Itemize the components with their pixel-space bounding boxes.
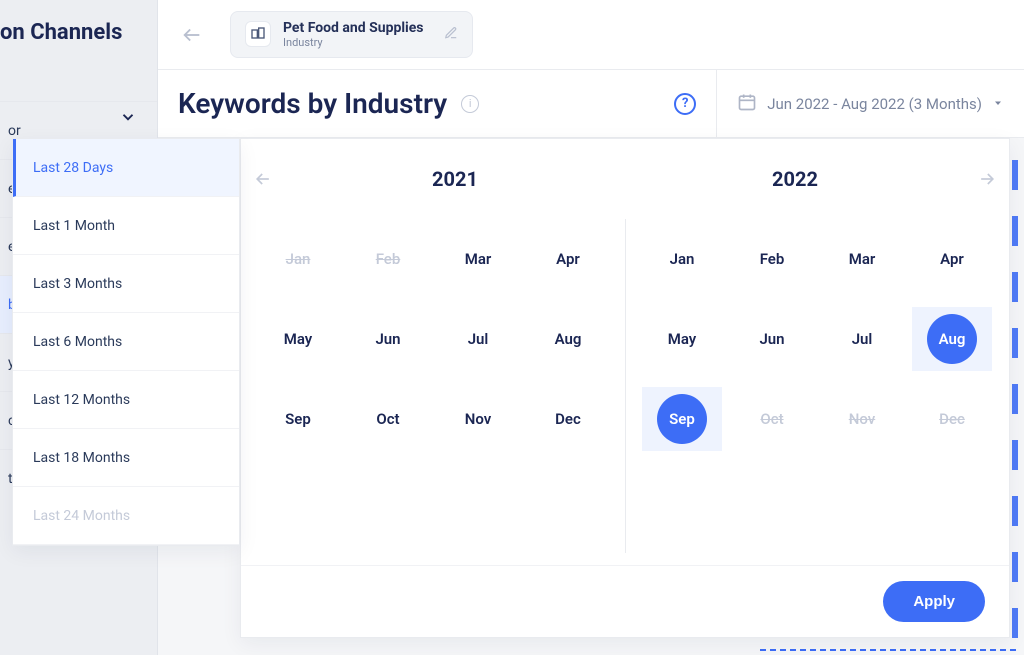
preset-item[interactable]: Last 28 Days [13, 139, 239, 197]
month-cell: Jan [258, 227, 338, 291]
preset-item[interactable]: Last 1 Month [13, 197, 239, 255]
year-block-right: JanFebMarApr MayJunJulAug SepOctNovDec [625, 219, 1009, 565]
decorative-dash [760, 649, 1016, 651]
chevron-down-icon[interactable] [119, 108, 137, 130]
month-cell: Dec [912, 387, 992, 451]
help-icon[interactable]: ? [674, 93, 696, 115]
decorative-strip [1012, 160, 1018, 655]
date-range-label: Jun 2022 - Aug 2022 (3 Months) [767, 95, 982, 113]
month-cell[interactable]: Oct [348, 387, 428, 451]
preset-item: Last 24 Months [13, 487, 239, 545]
preset-item[interactable]: Last 12 Months [13, 371, 239, 429]
month-cell[interactable]: May [642, 307, 722, 371]
month-cell[interactable]: Dec [528, 387, 608, 451]
top-bar: Pet Food and Supplies Industry [158, 0, 1024, 70]
edit-icon[interactable] [444, 25, 458, 44]
year-divider [625, 219, 626, 553]
page-header: Keywords by Industry i ? Jun 2022 - Aug … [158, 70, 1024, 138]
month-cell[interactable]: Mar [822, 227, 902, 291]
month-picker-panel: 2021 2022 JanFebMarAprMayJunJulAugSepOct… [240, 138, 1010, 638]
month-cell[interactable]: Nov [438, 387, 518, 451]
month-cell[interactable]: Sep [258, 387, 338, 451]
month-cell[interactable]: Jun [732, 307, 812, 371]
entity-text: Pet Food and Supplies Industry [283, 20, 424, 50]
month-cell[interactable]: Jan [642, 227, 722, 291]
industry-icon [245, 21, 271, 47]
date-preset-panel: Last 28 DaysLast 1 MonthLast 3 MonthsLas… [12, 138, 240, 546]
month-cell[interactable]: Feb [732, 227, 812, 291]
month-cell[interactable]: Jul [438, 307, 518, 371]
next-year-arrow-icon[interactable] [965, 159, 1009, 199]
info-icon[interactable]: i [461, 95, 479, 113]
back-arrow-icon[interactable] [178, 21, 206, 49]
year-right-label: 2022 [625, 167, 965, 191]
caret-down-icon [992, 94, 1004, 113]
prev-year-arrow-icon[interactable] [241, 159, 285, 199]
entity-chip[interactable]: Pet Food and Supplies Industry [230, 11, 473, 59]
month-cell: Nov [822, 387, 902, 451]
sidebar-title: on Channels [0, 20, 157, 45]
month-cell[interactable]: Jun [348, 307, 428, 371]
month-cell[interactable]: Mar [438, 227, 518, 291]
preset-item[interactable]: Last 18 Months [13, 429, 239, 487]
calendar-icon [737, 92, 757, 116]
apply-button[interactable]: Apply [883, 581, 985, 622]
month-cell[interactable]: Sep [642, 387, 722, 451]
year-left-label: 2021 [285, 167, 625, 191]
month-cell: Feb [348, 227, 428, 291]
month-picker-footer: Apply [241, 565, 1009, 637]
month-cell[interactable]: May [258, 307, 338, 371]
entity-subtitle: Industry [283, 36, 424, 49]
page-title: Keywords by Industry [178, 87, 447, 120]
month-cell[interactable]: Apr [912, 227, 992, 291]
month-cell[interactable]: Jul [822, 307, 902, 371]
date-range-selector[interactable]: Jun 2022 - Aug 2022 (3 Months) [716, 70, 1024, 138]
month-cell[interactable]: Apr [528, 227, 608, 291]
year-block-left: JanFebMarApr MayJunJulAug SepOctNovDec [241, 219, 625, 565]
month-cell[interactable]: Aug [528, 307, 608, 371]
month-cell[interactable]: Aug [912, 307, 992, 371]
months-grid-row: JanFebMarAprMayJunJulAugSepOctNovDec Jan… [241, 219, 1009, 565]
year-nav-row: 2021 2022 [241, 139, 1009, 219]
month-cell: Oct [732, 387, 812, 451]
entity-title: Pet Food and Supplies [283, 20, 424, 37]
preset-item[interactable]: Last 6 Months [13, 313, 239, 371]
preset-item[interactable]: Last 3 Months [13, 255, 239, 313]
